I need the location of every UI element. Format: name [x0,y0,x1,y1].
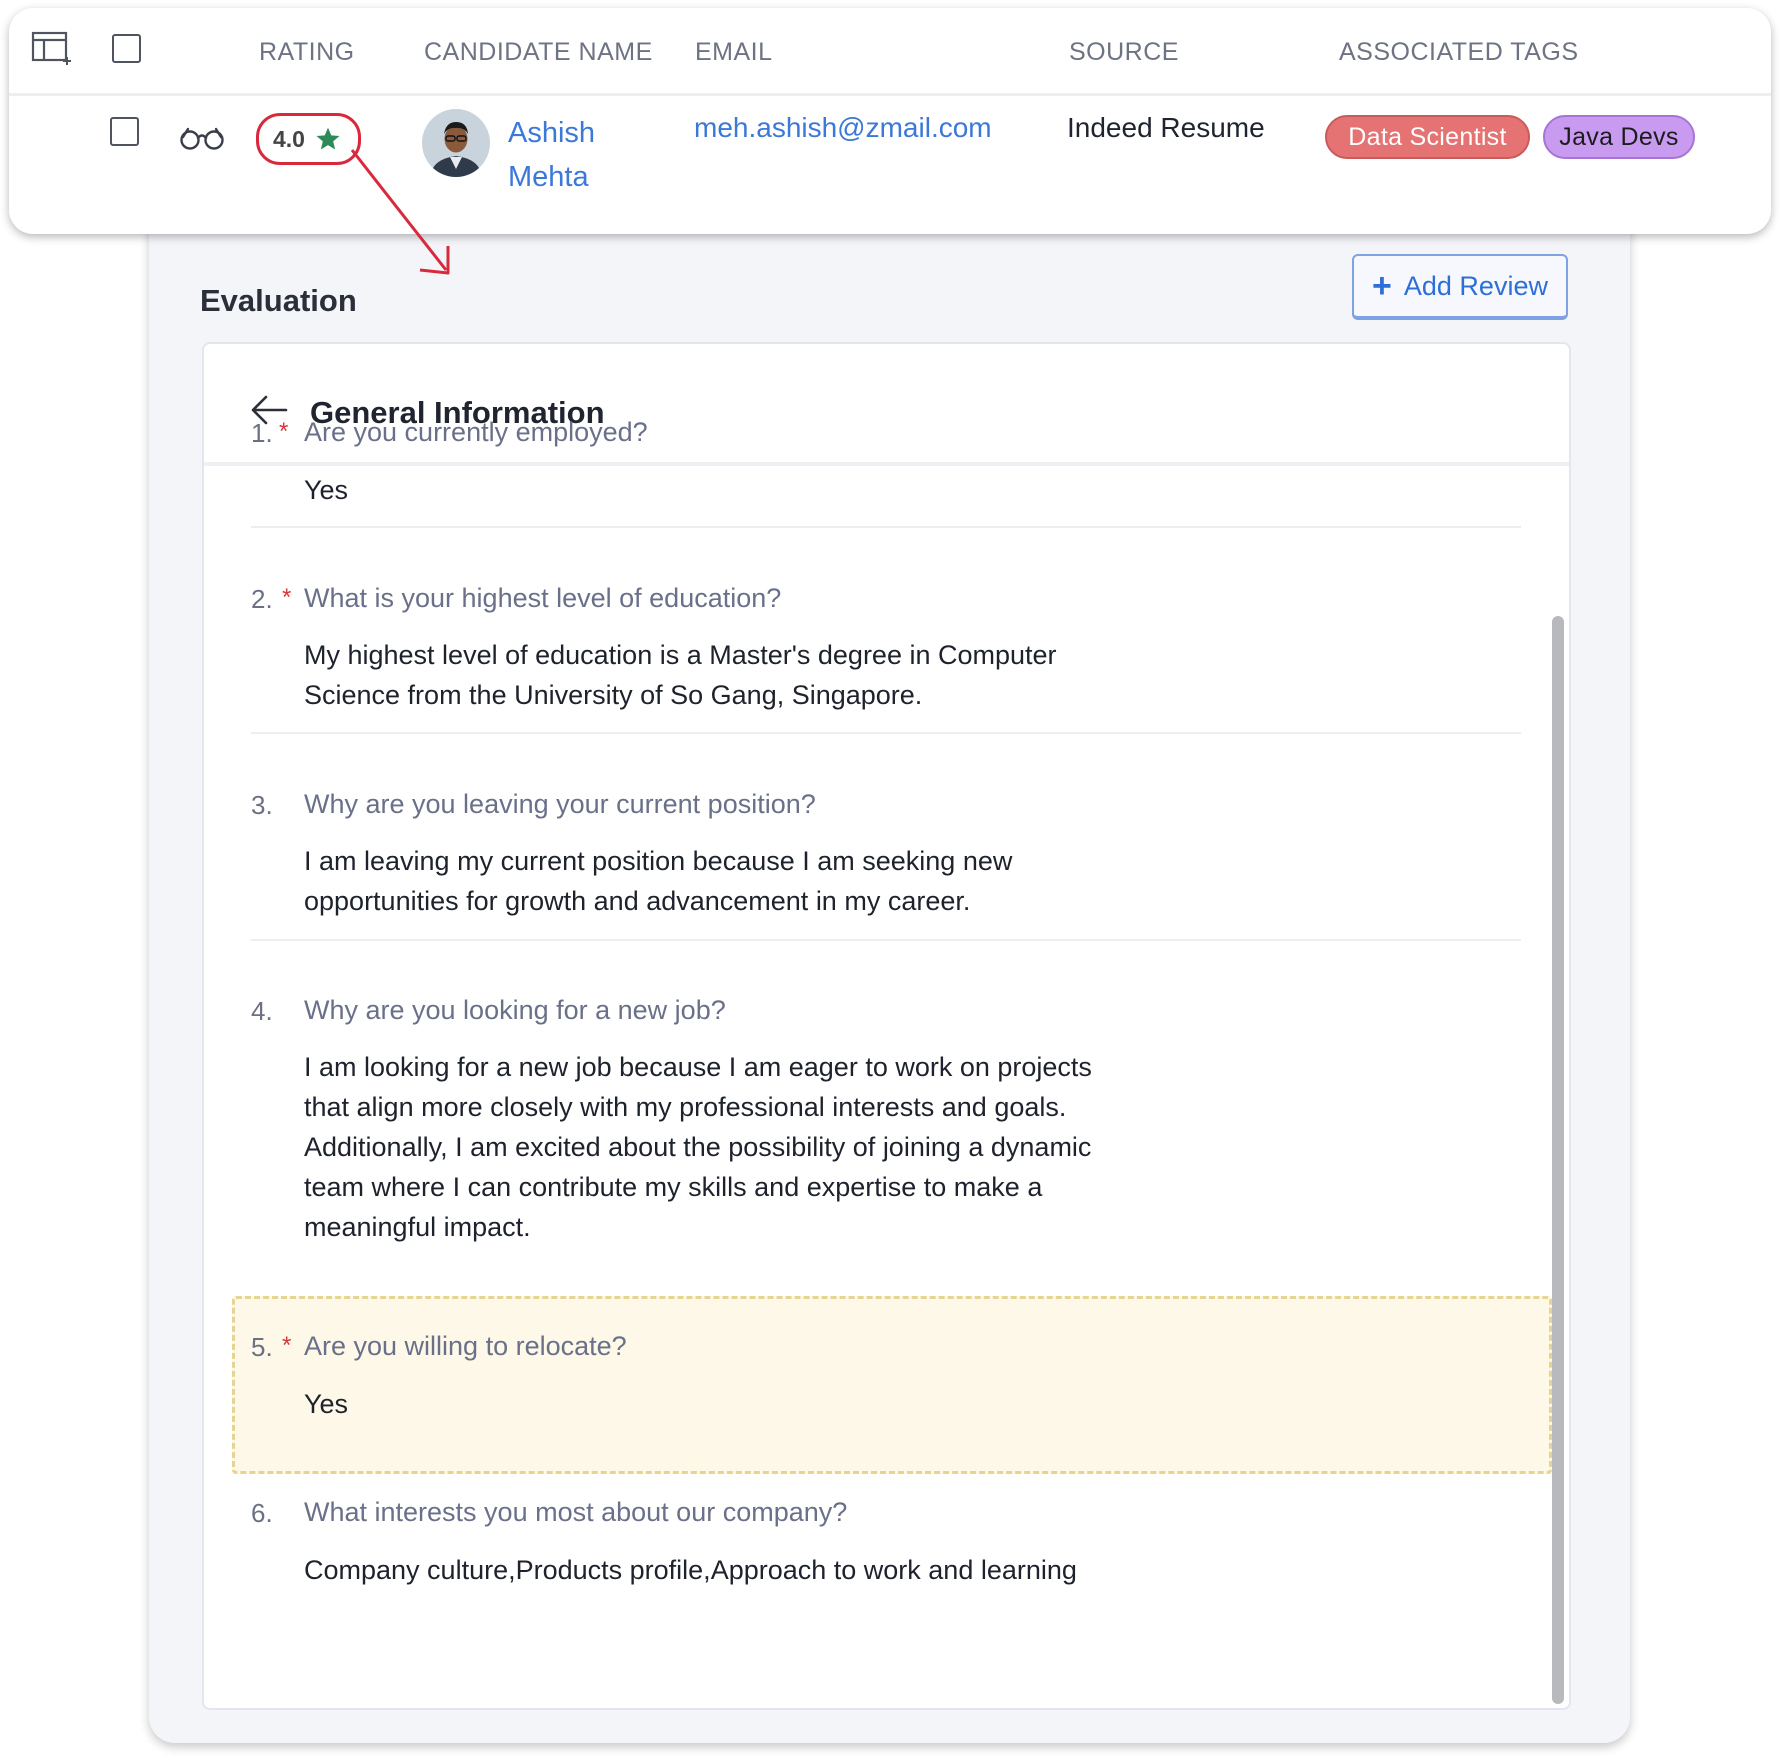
add-review-label: Add Review [1403,270,1548,301]
header-rating[interactable]: RATING [259,38,355,67]
source-text: Indeed Resume [1067,112,1265,143]
evaluation-card: General Information 1. * Are you current… [202,342,1571,1710]
question-number: 5. [251,1332,273,1362]
answer-text: My highest level of education is a Maste… [304,640,1057,710]
candidate-name-link[interactable]: Ashish Mehta [508,111,658,199]
header-email[interactable]: EMAIL [695,38,773,67]
required-marker: * [282,584,292,611]
add-review-button[interactable]: + Add Review [1352,254,1568,320]
header-candidate-name[interactable]: CANDIDATE NAME [424,38,653,67]
tag-data-scientist[interactable]: Data Scientist [1325,115,1530,159]
question-number: 4. [251,996,273,1026]
divider [251,939,1521,941]
question-text: Are you willing to relocate? [304,1331,627,1361]
question-text: Why are you leaving your current positio… [304,789,816,819]
tag-java-devs[interactable]: Java Devs [1543,115,1695,159]
header-associated-tags[interactable]: ASSOCIATED TAGS [1339,38,1579,67]
question-number: 3. [251,790,273,820]
avatar [422,109,490,177]
required-marker: * [282,1332,292,1359]
answer-text: I am looking for a new job because I am … [304,1052,1092,1242]
table-header-row: RATING CANDIDATE NAME EMAIL SOURCE ASSOC… [9,8,1771,96]
manage-columns-icon[interactable] [31,30,73,66]
answer-text: Yes [304,475,349,505]
question-number: 1. [251,418,273,448]
answer-text: Yes [304,1389,349,1419]
scrollbar[interactable] [1552,616,1564,1704]
answer-text: Company culture,Products profile,Approac… [304,1555,1077,1585]
question-text: What is your highest level of education? [304,583,782,613]
divider [251,526,1521,528]
question-text: Why are you looking for a new job? [304,995,726,1025]
star-icon [316,127,340,150]
row-checkbox[interactable] [110,117,139,146]
email-link[interactable]: meh.ashish@zmail.com [694,112,992,144]
answer-text: I am leaving my current position because… [304,846,1013,916]
binoculars-icon[interactable] [179,125,225,151]
question-number: 6. [251,1498,273,1528]
question-number: 2. [251,584,273,614]
rating-badge[interactable]: 4.0 [256,113,361,165]
question-text: What interests you most about our compan… [304,1497,848,1527]
rating-value: 4.0 [273,125,305,152]
header-source[interactable]: SOURCE [1069,38,1179,67]
candidate-table: RATING CANDIDATE NAME EMAIL SOURCE ASSOC… [9,8,1771,234]
divider [251,732,1521,734]
evaluation-title: Evaluation [200,283,357,318]
required-marker: * [279,418,289,445]
plus-icon: + [1372,267,1392,305]
select-all-checkbox[interactable] [112,34,141,63]
question-text: Are you currently employed? [304,417,648,447]
